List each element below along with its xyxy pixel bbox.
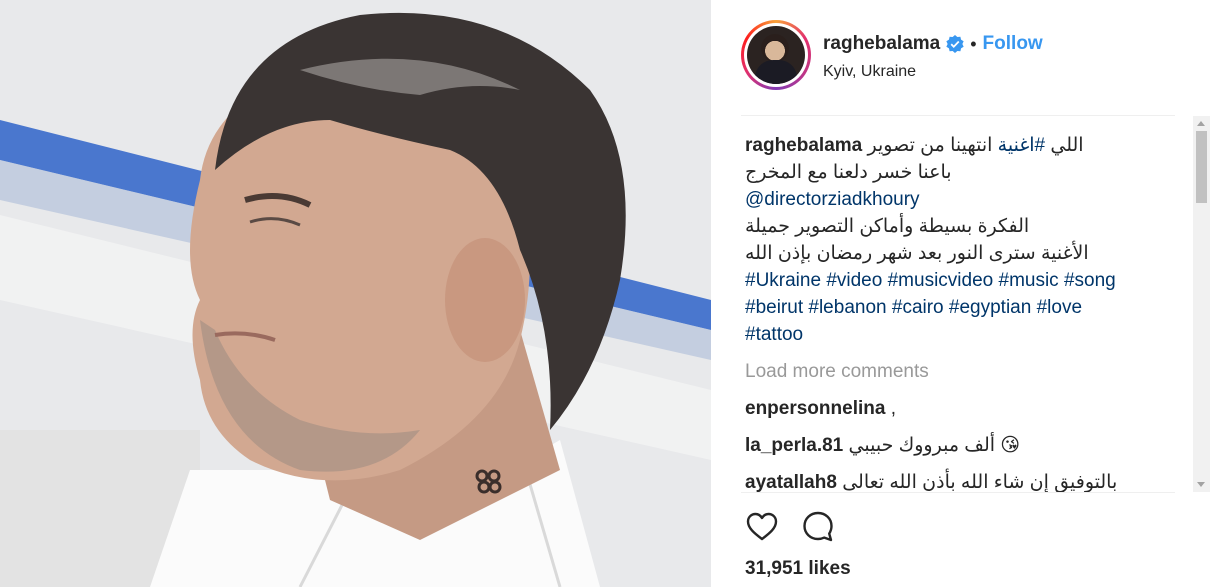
- post-photo[interactable]: [0, 0, 711, 587]
- post-header: raghebalama • Follow Kyiv, Ukraine: [711, 0, 1175, 116]
- hashtags-row-3: #tattoo: [745, 321, 1175, 348]
- location-link[interactable]: Kyiv, Ukraine: [823, 63, 916, 81]
- comments-section[interactable]: raghebalama اللي #اغنية انتهينا من تصوير…: [745, 132, 1175, 492]
- caption-line-1: raghebalama اللي #اغنية انتهينا من تصوير: [745, 132, 1175, 159]
- hashtag-link[interactable]: #lebanon: [808, 297, 886, 318]
- hashtag-link[interactable]: #Ukraine: [745, 270, 821, 291]
- hashtags-row-1: #Ukraine #video #musicvideo #music #song: [745, 267, 1175, 294]
- verified-badge-icon: [946, 35, 964, 53]
- scrollbar-thumb[interactable]: [1196, 131, 1207, 203]
- follow-button[interactable]: Follow: [983, 33, 1043, 55]
- actions-divider: [741, 492, 1175, 493]
- hashtags-row-2: #beirut #lebanon #cairo #egyptian #love: [745, 294, 1175, 321]
- header-divider: [741, 115, 1175, 116]
- hashtag-link[interactable]: #tattoo: [745, 324, 803, 345]
- caption-line-4: الأغنية سترى النور بعد شهر رمضان بإذن ال…: [745, 243, 1089, 264]
- caption-line-3: الفكرة بسيطة وأماكن التصوير جميلة: [745, 216, 1030, 237]
- comment-username-link[interactable]: ayatallah8: [745, 472, 837, 492]
- caption-text-start: انتهينا من تصوير: [867, 135, 993, 156]
- comment-bubble-icon[interactable]: [801, 510, 835, 544]
- post-actions: [745, 510, 835, 544]
- caption-text-end: اللي: [1050, 135, 1084, 156]
- comment-text: ألف مبرووك حبيبي 😘: [848, 435, 1021, 456]
- post-side-panel: raghebalama • Follow Kyiv, Ukraine raghe…: [711, 0, 1210, 587]
- story-ring[interactable]: [741, 20, 811, 90]
- caption-line-2: باعنا خسر دلعنا مع المخرج: [745, 162, 952, 183]
- hashtag-link[interactable]: #love: [1037, 297, 1082, 318]
- hashtag-link[interactable]: #egyptian: [949, 297, 1031, 318]
- caption-username-link[interactable]: raghebalama: [745, 135, 862, 156]
- mention-link[interactable]: @directorziadkhoury: [745, 186, 1175, 213]
- hashtag-link[interactable]: #اغنية: [998, 135, 1045, 156]
- avatar[interactable]: [747, 26, 805, 84]
- comment-item: ayatallah8 بالتوفيق إن شاء الله بأذن الل…: [745, 469, 1175, 492]
- heart-icon[interactable]: [745, 510, 779, 544]
- hashtag-link[interactable]: #beirut: [745, 297, 803, 318]
- portrait-illustration: [0, 0, 711, 587]
- comment-username-link[interactable]: enpersonnelina: [745, 398, 885, 419]
- header-user-row: raghebalama • Follow: [823, 32, 1043, 56]
- comment-item: enpersonnelina ,: [745, 395, 1175, 422]
- comments-scrollbar[interactable]: [1193, 116, 1210, 492]
- comment-text: ,: [890, 398, 896, 419]
- hashtag-link[interactable]: #video: [826, 270, 882, 291]
- comment-username-link[interactable]: la_perla.81: [745, 435, 843, 456]
- scroll-down-arrow-icon[interactable]: [1197, 482, 1205, 487]
- header-username-link[interactable]: raghebalama: [823, 33, 940, 55]
- hashtag-link[interactable]: #cairo: [892, 297, 944, 318]
- comment-text: بالتوفيق إن شاء الله بأذن الله تعالى: [842, 472, 1118, 492]
- comment-item: la_perla.81 ألف مبرووك حبيبي 😘: [745, 432, 1175, 459]
- hashtag-link[interactable]: #music: [999, 270, 1059, 291]
- load-more-comments-button[interactable]: Load more comments: [745, 358, 1175, 385]
- header-separator: •: [970, 33, 977, 54]
- likes-count[interactable]: 31,951 likes: [745, 558, 851, 580]
- hashtag-link[interactable]: #musicvideo: [888, 270, 994, 291]
- hashtag-link[interactable]: #song: [1064, 270, 1116, 291]
- scroll-up-arrow-icon[interactable]: [1197, 121, 1205, 126]
